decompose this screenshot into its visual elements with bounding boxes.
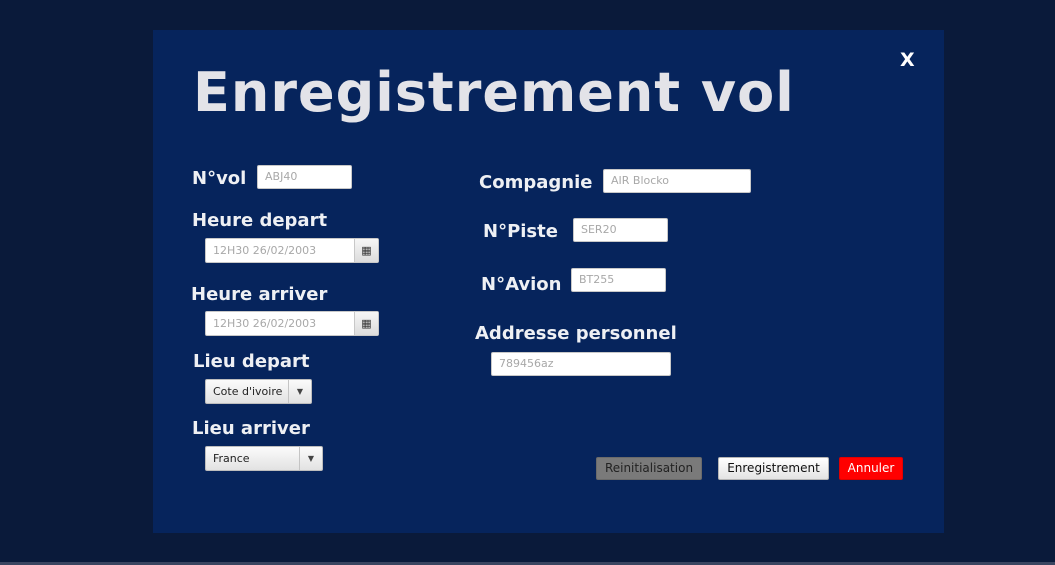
adresse-label: Addresse personnel [475, 323, 677, 344]
chevron-down-icon[interactable]: ▼ [299, 447, 322, 470]
compagnie-input[interactable]: AIR Blocko [603, 169, 751, 193]
heure-depart-value: 12H30 26/02/2003 [213, 244, 317, 257]
lieu-arriver-label: Lieu arriver [192, 418, 310, 439]
npiste-label: N°Piste [483, 221, 558, 242]
flight-registration-dialog: X Enregistrement vol N°vol ABJ40 Heure d… [153, 30, 944, 533]
calendar-icon[interactable]: ▦ [354, 312, 378, 335]
navion-input[interactable]: BT255 [571, 268, 666, 292]
adresse-input[interactable]: 789456az [491, 352, 671, 376]
lieu-depart-value: Cote d'ivoire [213, 385, 283, 398]
chevron-down-icon[interactable]: ▼ [288, 380, 311, 403]
heure-depart-label: Heure depart [192, 210, 328, 231]
heure-arriver-value: 12H30 26/02/2003 [213, 317, 317, 330]
lieu-depart-label: Lieu depart [193, 351, 310, 372]
npiste-input[interactable]: SER20 [573, 218, 668, 242]
heure-depart-picker[interactable]: 12H30 26/02/2003 ▦ [205, 238, 379, 263]
nvol-label: N°vol [192, 168, 247, 189]
lieu-depart-select[interactable]: Cote d'ivoire ▼ [205, 379, 312, 404]
lieu-arriver-value: France [213, 452, 250, 465]
reset-button[interactable]: Reinitialisation [596, 457, 702, 480]
close-button[interactable]: X [900, 48, 916, 72]
page-title: Enregistrement vol [193, 61, 795, 124]
navion-label: N°Avion [481, 274, 562, 295]
lieu-arriver-select[interactable]: France ▼ [205, 446, 323, 471]
heure-arriver-label: Heure arriver [191, 284, 328, 305]
cancel-button[interactable]: Annuler [839, 457, 903, 480]
save-button[interactable]: Enregistrement [718, 457, 829, 480]
nvol-input[interactable]: ABJ40 [257, 165, 352, 189]
heure-arriver-picker[interactable]: 12H30 26/02/2003 ▦ [205, 311, 379, 336]
calendar-icon[interactable]: ▦ [354, 239, 378, 262]
compagnie-label: Compagnie [479, 172, 593, 193]
